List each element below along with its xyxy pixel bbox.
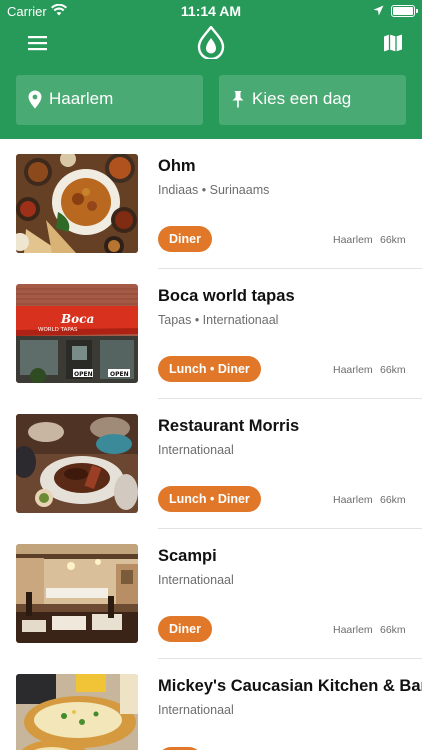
location-filter-value: Haarlem: [49, 89, 114, 108]
restaurant-cuisine: Internationaal: [158, 443, 234, 457]
restaurant-cuisine: Internationaal: [158, 573, 234, 587]
meal-badge: Lunch • Diner: [158, 356, 261, 382]
restaurant-city: Haarlem: [333, 364, 373, 376]
restaurant-item-scampi[interactable]: Scampi Internationaal Diner Haarlem 66km: [0, 529, 422, 659]
photo-door-text: OPEN: [110, 371, 129, 378]
photo-sign-subtext: WORLD TAPAS: [38, 327, 78, 333]
restaurant-cuisine: Tapas • Internationaal: [158, 313, 279, 327]
restaurant-name: Boca world tapas: [158, 287, 295, 305]
restaurant-distance: 66km: [380, 494, 406, 506]
restaurant-city: Haarlem: [333, 494, 373, 506]
restaurant-city: Haarlem: [333, 234, 373, 246]
restaurant-cuisine: Internationaal: [158, 703, 234, 717]
restaurant-distance: 66km: [380, 234, 406, 246]
day-filter-value: Kies een dag: [252, 89, 352, 108]
restaurant-name: Scampi: [158, 547, 217, 565]
restaurant-item-morris[interactable]: Restaurant Morris Internationaal Lunch •…: [0, 399, 422, 529]
restaurant-name: Ohm: [158, 157, 196, 175]
restaurant-photo: [16, 154, 138, 253]
restaurant-name: Mickey's Caucasian Kitchen & Bar: [158, 677, 422, 695]
app-header: Carrier 11:14 AM Haarlem Kies een dag: [0, 0, 422, 139]
restaurant-city: Haarlem: [333, 624, 373, 636]
location-pin-icon: [28, 90, 42, 109]
restaurant-item-mickeys[interactable]: Mickey's Caucasian Kitchen & Bar Interna…: [0, 659, 422, 750]
restaurant-name: Restaurant Morris: [158, 417, 300, 435]
restaurant-photo: [16, 544, 138, 643]
location-filter[interactable]: Haarlem: [16, 75, 203, 125]
meal-badge: Lunch • Diner: [158, 486, 261, 512]
clock: 11:14 AM: [180, 3, 242, 19]
app-logo: [197, 26, 225, 59]
meal-badge: Diner: [158, 616, 212, 642]
restaurant-item-ohm[interactable]: Ohm Indiaas • Surinaams Diner Haarlem 66…: [0, 139, 422, 269]
battery-icon: [391, 5, 418, 17]
restaurant-item-boca[interactable]: Boca WORLD TAPAS OPEN OPEN Boca world ta…: [0, 269, 422, 399]
photo-sign-text: Boca: [60, 312, 94, 326]
pushpin-icon: [232, 91, 244, 108]
restaurant-distance: 66km: [380, 624, 406, 636]
map-icon[interactable]: [383, 33, 403, 53]
day-filter[interactable]: Kies een dag: [219, 75, 406, 125]
restaurant-photo: Boca WORLD TAPAS OPEN OPEN: [16, 284, 138, 383]
photo-door-text: OPEN: [74, 371, 93, 378]
restaurant-distance: 66km: [380, 364, 406, 376]
hamburger-menu-icon[interactable]: [27, 34, 49, 52]
location-services-icon: [373, 5, 384, 16]
status-bar: Carrier 11:14 AM: [0, 0, 422, 22]
meal-badge: Diner: [158, 226, 212, 252]
restaurant-photo: [16, 674, 138, 750]
restaurant-cuisine: Indiaas • Surinaams: [158, 183, 270, 197]
restaurant-photo: [16, 414, 138, 513]
